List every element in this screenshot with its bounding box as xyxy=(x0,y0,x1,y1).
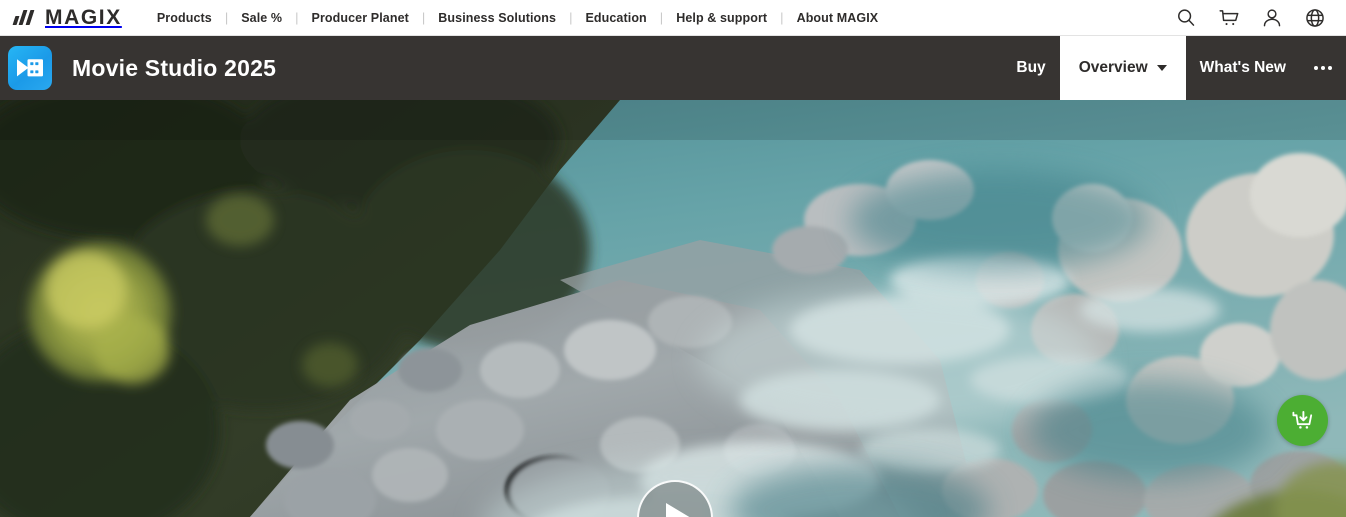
globe-language-icon[interactable] xyxy=(1304,7,1326,29)
top-nav: Products | Sale % | Producer Planet | Bu… xyxy=(144,0,891,35)
play-triangle-icon xyxy=(666,503,691,517)
page-title: Movie Studio 2025 xyxy=(72,54,277,81)
top-nav-item-producer-planet[interactable]: Producer Planet xyxy=(299,11,422,25)
top-nav-item-about-magix[interactable]: About MAGIX xyxy=(784,11,892,25)
hero-video[interactable] xyxy=(0,100,1346,517)
cart-icon[interactable] xyxy=(1218,7,1240,29)
top-icon-group xyxy=(1175,7,1326,29)
magix-slash-logo-icon xyxy=(12,10,39,25)
nav-overview-label: Overview xyxy=(1078,59,1148,76)
chevron-down-icon xyxy=(1156,65,1167,71)
top-nav-item-help-support[interactable]: Help & support xyxy=(663,11,780,25)
ellipsis-dot-icon xyxy=(1314,66,1318,70)
product-nav: Buy Overview What's New xyxy=(1002,36,1346,100)
cart-download-icon xyxy=(1292,410,1312,429)
ellipsis-dot-icon xyxy=(1321,66,1325,70)
top-utility-bar: MAGIX Products | Sale % | Producer Plane… xyxy=(0,0,1346,36)
add-to-cart-floating-button[interactable] xyxy=(1277,395,1328,446)
product-nav-bar: Movie Studio 2025 Buy Overview What's Ne… xyxy=(0,36,1346,100)
top-nav-item-business-solutions[interactable]: Business Solutions xyxy=(425,11,569,25)
user-account-icon[interactable] xyxy=(1261,7,1283,29)
magix-logo-text: MAGIX xyxy=(45,6,122,29)
ellipsis-dot-icon xyxy=(1328,66,1332,70)
top-nav-item-products[interactable]: Products xyxy=(144,11,225,25)
nav-whats-new-tab[interactable]: What's New xyxy=(1186,36,1300,100)
search-icon[interactable] xyxy=(1175,7,1197,29)
top-nav-item-sale[interactable]: Sale % xyxy=(228,11,295,25)
nav-buy-button[interactable]: Buy xyxy=(1002,36,1059,100)
magix-logo[interactable]: MAGIX xyxy=(12,6,122,29)
hero-video-frame xyxy=(0,100,1346,517)
top-nav-item-education[interactable]: Education xyxy=(572,11,659,25)
nav-overview-tab[interactable]: Overview xyxy=(1059,36,1186,100)
nav-more-menu-button[interactable] xyxy=(1300,36,1346,100)
page-root: MAGIX Products | Sale % | Producer Plane… xyxy=(0,0,1346,517)
movie-studio-film-play-icon[interactable] xyxy=(8,46,52,90)
